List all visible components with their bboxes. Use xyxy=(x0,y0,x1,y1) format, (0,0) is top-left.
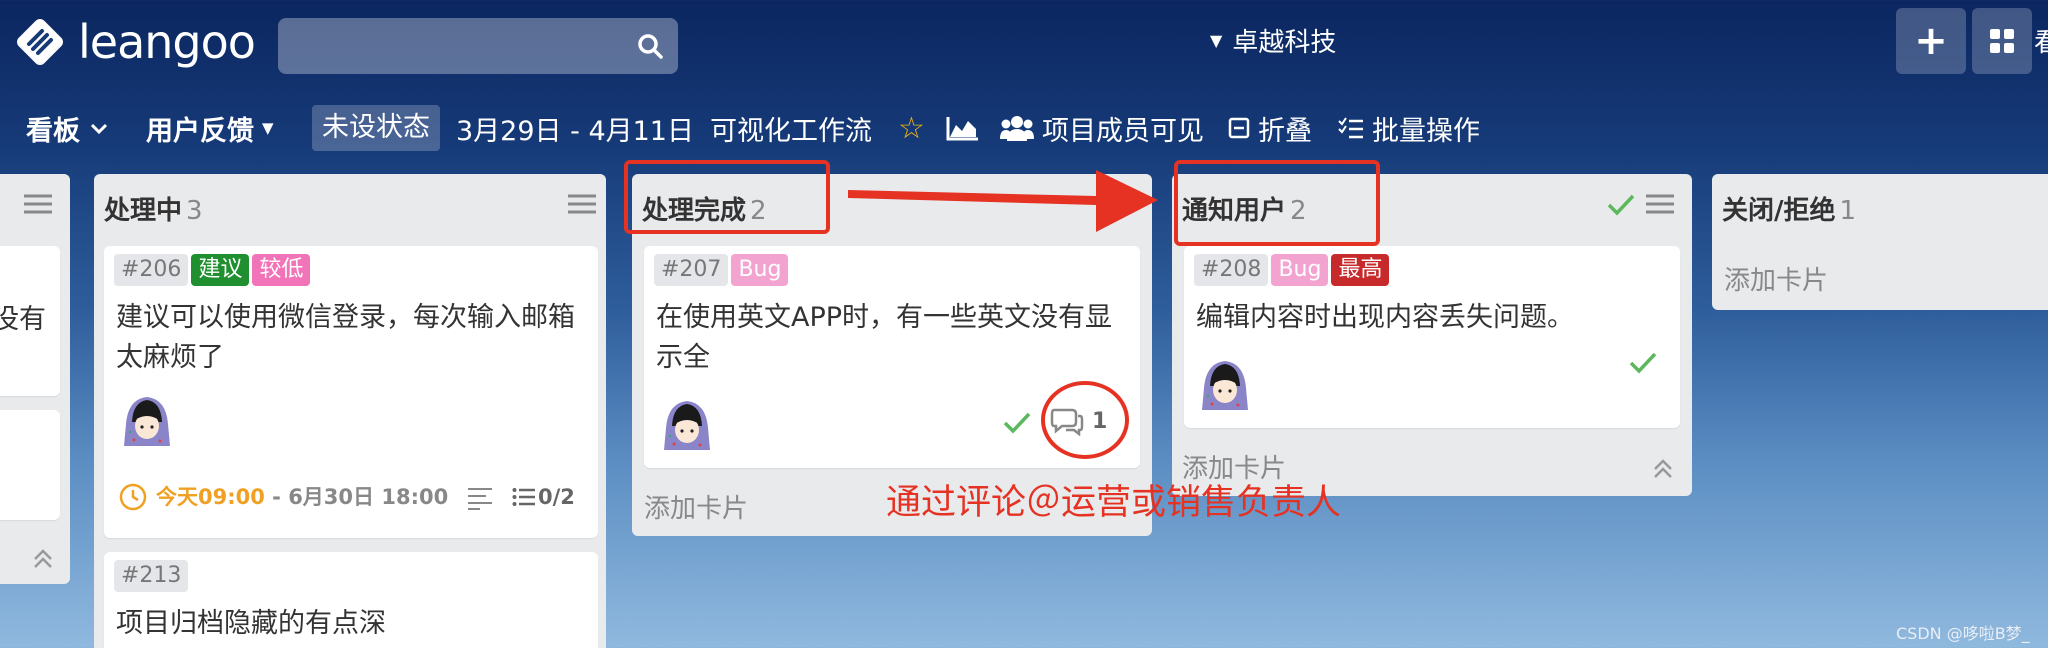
batch-icon xyxy=(1338,117,1363,139)
fold-button[interactable]: 折叠 xyxy=(1228,109,1312,148)
card[interactable]: #213 项目归档隐藏的有点深 xyxy=(104,552,598,648)
collapse-icon[interactable] xyxy=(1652,458,1674,480)
column-title[interactable]: 处理中 3 xyxy=(104,190,203,227)
chart-button[interactable] xyxy=(946,115,988,141)
view-switcher[interactable]: 看板 xyxy=(26,109,110,148)
tag-label[interactable]: Bug xyxy=(731,254,789,286)
batch-label: 批量操作 xyxy=(1372,115,1480,147)
avatar[interactable] xyxy=(660,398,714,452)
members-icon xyxy=(1000,116,1034,141)
caret-down-icon: ▼ xyxy=(1210,31,1223,50)
batch-button[interactable]: 批量操作 xyxy=(1338,109,1480,148)
column-title[interactable]: 关闭/拒绝 1 xyxy=(1722,190,1856,227)
logo[interactable]: leangoo xyxy=(12,14,256,70)
card[interactable]: 没有 xyxy=(0,246,60,396)
team-switcher[interactable]: ▼ 卓越科技 xyxy=(1210,22,1336,59)
collapse-icon[interactable] xyxy=(32,548,54,570)
avatar[interactable] xyxy=(120,394,174,448)
due-date[interactable]: 今天09:00 - 6月30日 18:00 xyxy=(156,482,448,512)
check-icon xyxy=(1629,352,1657,374)
description-icon xyxy=(468,488,492,510)
search-icon[interactable] xyxy=(636,32,664,60)
card-tags: #207 Bug xyxy=(654,254,791,286)
star-icon[interactable]: ☆ xyxy=(898,111,925,146)
checklist-badge[interactable]: 0/2 xyxy=(512,482,575,512)
card-tags: #213 xyxy=(114,560,191,592)
avatar[interactable] xyxy=(1198,358,1252,412)
team-name: 卓越科技 xyxy=(1232,28,1337,58)
column-closed: 关闭/拒绝 1 添加卡片 xyxy=(1712,174,2048,310)
add-card-button[interactable]: 添加卡片 xyxy=(1724,260,1828,297)
column-count: 1 xyxy=(1839,196,1857,226)
apps-button[interactable] xyxy=(1972,8,2032,74)
tag-label[interactable]: 较低 xyxy=(252,254,311,286)
annotation-box-done xyxy=(624,160,830,234)
annotation-circle xyxy=(1041,381,1129,459)
workflow-link[interactable]: 可视化工作流 xyxy=(710,109,872,148)
status-badge[interactable]: 未设状态 xyxy=(312,105,440,151)
card[interactable]: #208 Bug 最高 编辑内容时出现内容丢失问题。 xyxy=(1184,246,1680,428)
card-title: 编辑内容时出现内容丢失问题。 xyxy=(1196,302,1574,333)
card[interactable]: #206 建议 较低 建议可以使用微信登录，每次输入邮箱太麻烦了 今天09:00 -… xyxy=(104,246,598,538)
fold-label: 折叠 xyxy=(1258,115,1312,147)
card-tags: #206 建议 较低 xyxy=(114,254,313,286)
menu-icon[interactable] xyxy=(24,194,52,214)
fold-icon xyxy=(1228,117,1250,139)
card-title: 项目归档隐藏的有点深 xyxy=(116,608,386,639)
column-processing: 处理中 3 #206 建议 较低 建议可以使用微信登录，每次输入邮箱太麻烦了 今天09… xyxy=(94,174,606,648)
due-end: - 6月30日 18:00 xyxy=(264,485,449,509)
card[interactable] xyxy=(0,410,60,520)
annotation-arrow xyxy=(848,170,1158,232)
grid-icon xyxy=(1990,29,2014,53)
search-input[interactable] xyxy=(290,18,610,74)
check-icon xyxy=(1003,412,1031,434)
board-name: 用户反馈 xyxy=(146,115,254,147)
caret-down-icon: ▼ xyxy=(262,119,274,137)
checklist-count: 0/2 xyxy=(538,485,575,509)
column-count: 3 xyxy=(186,196,203,226)
view-label: 看板 xyxy=(26,115,80,147)
board-toolbar: 看板 用户反馈 ▼ 未设状态 3月29日 - 4月11日 可视化工作流 ☆ 项目… xyxy=(0,100,2048,156)
chart-icon xyxy=(946,117,978,141)
card-number: #207 xyxy=(654,254,729,286)
tag-label[interactable]: 最高 xyxy=(1331,254,1390,286)
leangoo-logo-icon xyxy=(17,19,63,65)
clock-icon xyxy=(119,483,147,511)
plus-icon: + xyxy=(1914,18,1948,64)
search-box[interactable] xyxy=(278,18,678,74)
top-bar: leangoo ▼ 卓越科技 + 看 xyxy=(0,0,2048,84)
chevron-down-icon xyxy=(90,123,108,135)
menu-icon[interactable] xyxy=(1646,194,1674,214)
visibility-button[interactable]: 项目成员可见 xyxy=(1000,109,1204,148)
card-title: 建议可以使用微信登录，每次输入邮箱太麻烦了 xyxy=(116,302,575,373)
column-title-text: 关闭/拒绝 xyxy=(1722,196,1836,226)
checklist-icon xyxy=(512,488,535,506)
card-number: #208 xyxy=(1194,254,1269,286)
card-title: 没有 xyxy=(0,304,46,335)
check-icon[interactable] xyxy=(1606,192,1636,218)
column-title-text: 处理中 xyxy=(104,196,183,226)
date-range[interactable]: 3月29日 - 4月11日 xyxy=(456,109,694,148)
add-card-button[interactable]: 添加卡片 xyxy=(644,488,748,525)
card-number: #206 xyxy=(114,254,189,286)
tag-label[interactable]: Bug xyxy=(1271,254,1329,286)
watermark: CSDN @哆啦B梦_ xyxy=(1896,624,2030,643)
card-title: 在使用英文APP时，有一些英文没有显示全 xyxy=(656,302,1113,373)
board-name-menu[interactable]: 用户反馈 ▼ xyxy=(146,109,274,148)
column-partial: 没有 xyxy=(0,174,70,584)
members-label: 项目成员可见 xyxy=(1042,115,1204,147)
top-more-menu[interactable]: 看 xyxy=(2034,22,2048,59)
annotation-box-notify xyxy=(1174,160,1380,246)
card-number: #213 xyxy=(114,560,189,592)
logo-text: leangoo xyxy=(78,15,256,69)
tag-label[interactable]: 建议 xyxy=(191,254,250,286)
card-tags: #208 Bug 最高 xyxy=(1194,254,1392,286)
menu-icon[interactable] xyxy=(568,194,596,214)
add-button[interactable]: + xyxy=(1896,8,1966,74)
annotation-text: 通过评论＠运营或销售负责人 xyxy=(886,483,1342,523)
due-start: 今天09:00 xyxy=(156,485,265,509)
